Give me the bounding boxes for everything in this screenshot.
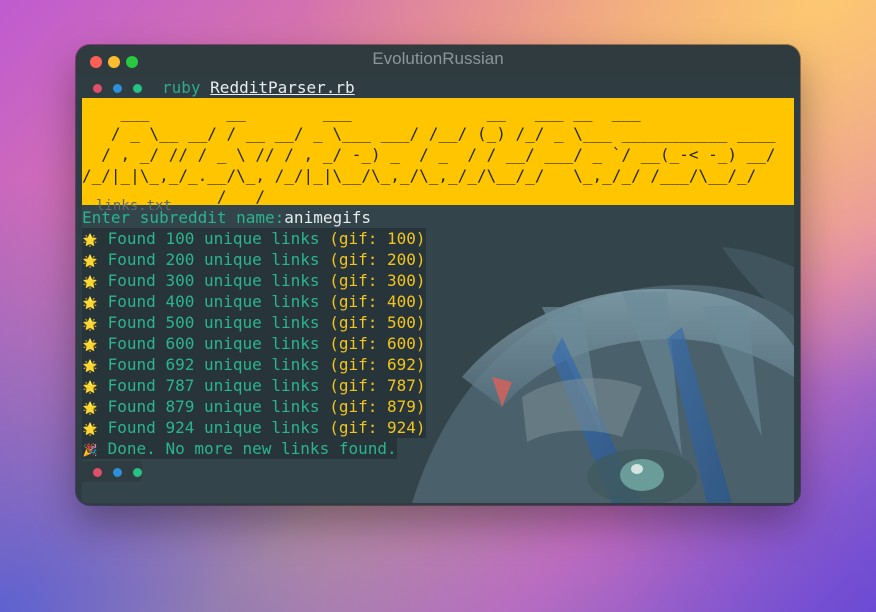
- command-name: ruby: [162, 78, 201, 97]
- result-line: 🌟 Found 400 unique links (gif: 400): [82, 291, 426, 312]
- result-line: 🌟 Found 600 unique links (gif: 600): [82, 333, 426, 354]
- tab-close-dot[interactable]: [93, 84, 102, 93]
- star-icon: 🌟: [82, 338, 98, 352]
- title-bar[interactable]: EvolutionRussian: [76, 45, 800, 77]
- found-count-text: Found 200 unique links: [107, 250, 320, 269]
- gif-count-text: (gif: 300): [329, 271, 426, 290]
- result-line: 🌟 Found 787 unique links (gif: 787): [82, 375, 426, 396]
- star-icon: 🌟: [82, 380, 98, 394]
- terminal-content[interactable]: ruby RedditParser.rb ___ __ ___ __ ___ _…: [82, 77, 794, 503]
- gif-count-text: (gif: 100): [329, 229, 426, 248]
- done-message: 🎉 Done. No more new links found.: [82, 438, 397, 459]
- gif-count-text: (gif: 500): [329, 313, 426, 332]
- party-popper-icon: 🎉: [82, 443, 98, 457]
- result-line: 🌟 Found 500 unique links (gif: 500): [82, 312, 426, 333]
- prompt-dot-red: [93, 468, 102, 477]
- gif-count-text: (gif: 879): [329, 397, 426, 416]
- gif-count-text: (gif: 924): [329, 418, 426, 437]
- star-icon: 🌟: [82, 317, 98, 331]
- gif-count-text: (gif: 600): [329, 334, 426, 353]
- result-line: 🌟 Found 692 unique links (gif: 692): [82, 354, 426, 375]
- gif-count-text: (gif: 692): [329, 355, 426, 374]
- found-count-text: Found 692 unique links: [107, 355, 320, 374]
- result-line: 🌟 Found 879 unique links (gif: 879): [82, 396, 426, 417]
- gif-count-text: (gif: 400): [329, 292, 426, 311]
- prompt-dot-green: [133, 468, 142, 477]
- star-icon: 🌟: [82, 359, 98, 373]
- found-count-text: Found 400 unique links: [107, 292, 320, 311]
- star-icon: 🌟: [82, 401, 98, 415]
- tab-zoom-dot[interactable]: [133, 84, 142, 93]
- star-icon: 🌟: [82, 254, 98, 268]
- found-count-text: Found 787 unique links: [107, 376, 320, 395]
- result-line: 🌟 Found 100 unique links (gif: 100): [82, 228, 426, 249]
- found-count-text: Found 879 unique links: [107, 397, 320, 416]
- command-line: ruby RedditParser.rb: [162, 77, 355, 98]
- found-count-text: Found 924 unique links: [107, 418, 320, 437]
- bottom-prompt-bar[interactable]: [82, 461, 142, 482]
- result-line: 🌟 Found 300 unique links (gif: 300): [82, 270, 426, 291]
- gif-count-text: (gif: 200): [329, 250, 426, 269]
- star-icon: 🌟: [82, 296, 98, 310]
- subreddit-prompt[interactable]: Enter subreddit name:animegifs: [82, 207, 371, 228]
- script-file-link[interactable]: RedditParser.rb: [210, 78, 355, 97]
- result-line: 🌟 Found 200 unique links (gif: 200): [82, 249, 426, 270]
- ascii-banner: ___ __ ___ __ ___ __ ___ / _ \__ __/ / _…: [82, 98, 794, 205]
- done-text: Done. No more new links found.: [107, 439, 397, 458]
- prompt-dot-blue: [113, 468, 122, 477]
- found-count-text: Found 300 unique links: [107, 271, 320, 290]
- found-count-text: Found 600 unique links: [107, 334, 320, 353]
- ascii-banner-text: ___ __ ___ __ ___ __ ___ / _ \__ __/ / _…: [82, 103, 776, 205]
- star-icon: 🌟: [82, 422, 98, 436]
- result-line: 🌟 Found 924 unique links (gif: 924): [82, 417, 426, 438]
- found-count-text: Found 100 unique links: [107, 229, 320, 248]
- found-count-text: Found 500 unique links: [107, 313, 320, 332]
- gif-count-text: (gif: 787): [329, 376, 426, 395]
- tab-minimize-dot[interactable]: [113, 84, 122, 93]
- window-title: EvolutionRussian: [372, 49, 504, 68]
- terminal-window[interactable]: EvolutionRussian ruby RedditParser.rb __…: [76, 45, 800, 505]
- tab-bar[interactable]: ruby RedditParser.rb: [82, 77, 794, 98]
- prompt-label: Enter subreddit name:: [82, 208, 285, 227]
- prompt-value[interactable]: animegifs: [284, 208, 371, 227]
- star-icon: 🌟: [82, 233, 98, 247]
- star-icon: 🌟: [82, 275, 98, 289]
